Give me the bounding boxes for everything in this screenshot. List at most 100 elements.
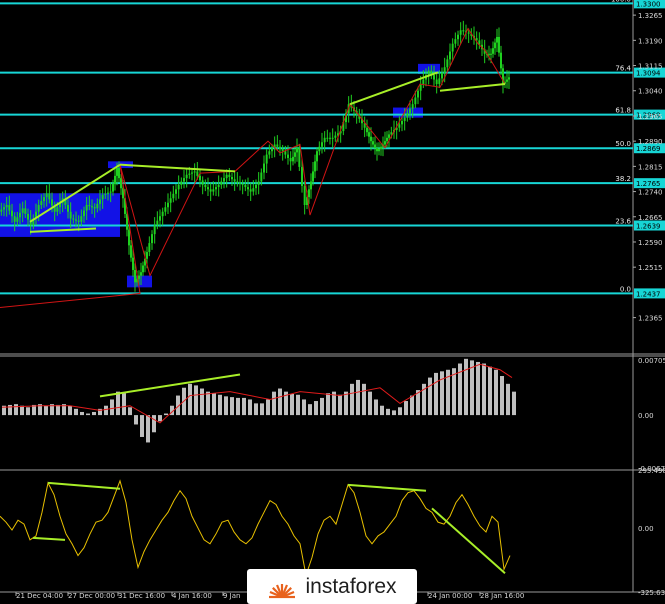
- candle-body: [96, 203, 99, 209]
- macd-tick-label: 0.00705: [638, 357, 665, 365]
- macd-histogram-bar: [236, 397, 240, 416]
- price-tick-label: 1.2365: [638, 315, 663, 323]
- candle-body: [294, 152, 296, 157]
- candle-body: [467, 32, 470, 34]
- candle-body: [252, 188, 255, 192]
- time-tick-label: 9 Jan: [223, 592, 240, 600]
- candle-body: [388, 134, 390, 138]
- macd-histogram-bar: [92, 411, 96, 416]
- candle-body: [220, 181, 223, 185]
- macd-histogram-bar: [68, 405, 72, 416]
- candle-body: [451, 43, 454, 52]
- price-tick-label: 1.3040: [638, 88, 663, 96]
- candle-body: [303, 185, 306, 206]
- oscillator-tick-label: 0.00: [638, 525, 654, 533]
- candle-body: [378, 148, 380, 152]
- macd-histogram-bar: [392, 410, 396, 416]
- oscillator-trendline: [347, 483, 427, 492]
- candle-body: [384, 141, 386, 145]
- candle-body: [459, 30, 462, 35]
- candle-body: [19, 212, 21, 218]
- macd-histogram-bar: [242, 397, 246, 416]
- macd-histogram-bar: [320, 397, 324, 416]
- macd-histogram-bar: [212, 393, 216, 416]
- price-tick-label: 1.3115: [638, 63, 663, 71]
- candle-body: [380, 146, 382, 149]
- fib-level-label: 100.0: [611, 0, 631, 3]
- candle-body: [441, 72, 443, 79]
- candle-body: [8, 205, 11, 211]
- oscillator-tick-label: -325.630: [638, 589, 665, 597]
- candle-body: [161, 211, 164, 217]
- macd-histogram-bar: [290, 393, 294, 416]
- candle-body: [281, 148, 284, 152]
- macd-histogram-bar: [488, 366, 492, 416]
- candle-body: [24, 208, 27, 214]
- candle-body: [196, 171, 199, 176]
- instaforex-logo-icon: [269, 583, 296, 598]
- candle-body: [16, 217, 19, 222]
- candle-body: [169, 198, 172, 203]
- macd-histogram-bar: [254, 403, 258, 416]
- macd-histogram-bar: [296, 394, 300, 416]
- candle-body: [142, 265, 144, 273]
- candle-body: [314, 161, 316, 172]
- candle-body: [204, 184, 207, 188]
- fib-price-label: 1.2765: [636, 180, 661, 188]
- candle-body: [279, 146, 281, 149]
- candle-body: [414, 97, 417, 105]
- candle-body: [249, 189, 252, 192]
- fib-level-label: 38.2: [615, 175, 631, 183]
- candle-body: [236, 181, 239, 183]
- candle-body: [27, 213, 29, 220]
- macd-histogram-bar: [74, 408, 78, 416]
- candle-body: [446, 59, 449, 68]
- candle-body: [185, 174, 188, 179]
- oscillator-trendline: [47, 481, 121, 490]
- macd-histogram-bar: [56, 404, 60, 416]
- macd-histogram-bar: [164, 413, 168, 416]
- macd-histogram-bar: [26, 407, 30, 416]
- candle-body: [498, 36, 500, 53]
- macd-histogram-bar: [482, 363, 486, 416]
- time-tick-label: 21 Dec 04:00: [16, 592, 63, 600]
- candle-body: [301, 166, 303, 186]
- candle-body: [500, 52, 502, 69]
- candle-body: [11, 210, 13, 217]
- candle-body: [199, 175, 201, 181]
- candle-body: [318, 146, 321, 152]
- candle-body: [134, 269, 136, 283]
- candle-body: [454, 39, 457, 44]
- candle-body: [72, 218, 75, 220]
- candle-body: [56, 207, 59, 212]
- chart-canvas: 100.01.330076.41.309461.81.296950.01.286…: [0, 0, 665, 600]
- candle-body: [308, 189, 310, 198]
- macd-histogram-bar: [140, 415, 144, 437]
- time-tick-label: 4 Jan 16:00: [172, 592, 212, 600]
- candle-body: [449, 51, 451, 60]
- candle-body: [331, 137, 334, 139]
- candle-body: [212, 189, 215, 192]
- candle-body: [488, 53, 490, 55]
- macd-histogram-bar: [500, 376, 504, 416]
- candle-body: [69, 211, 72, 219]
- macd-histogram-bar: [350, 383, 354, 416]
- candle-body: [146, 252, 148, 259]
- candle-body: [292, 156, 294, 162]
- candle-body: [217, 184, 220, 188]
- candle-body: [128, 229, 130, 246]
- macd-histogram-bar: [362, 383, 366, 416]
- macd-tick-label: 0.00: [638, 412, 654, 420]
- fibonacci-levels: 100.01.330076.41.309461.81.296950.01.286…: [0, 0, 665, 299]
- candle-body: [443, 67, 446, 73]
- candle-body: [506, 79, 508, 82]
- grid-lines: [0, 0, 665, 593]
- candle-body: [130, 245, 132, 258]
- macd-histogram-bar: [368, 391, 372, 416]
- candle-body: [417, 90, 419, 98]
- candle-body: [164, 207, 167, 212]
- macd-histogram-bar: [122, 393, 126, 416]
- time-tick-label: 31 Dec 16:00: [118, 592, 165, 600]
- macd-histogram-bar: [326, 393, 330, 416]
- candle-body: [83, 210, 85, 217]
